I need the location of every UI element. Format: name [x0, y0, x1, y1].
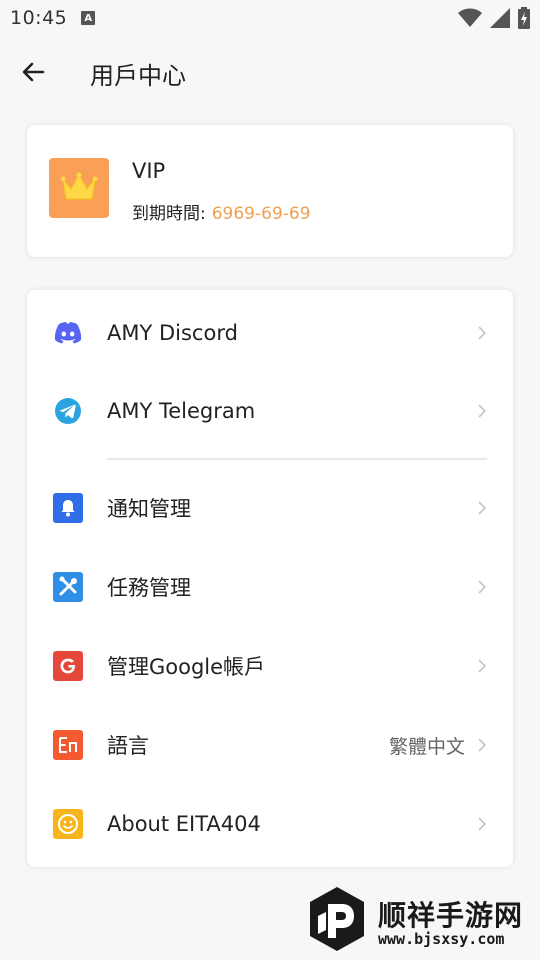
chevron-right-icon: [478, 404, 487, 418]
menu-card: AMY Discord AMY Telegram 通知管理 任務管理 管理Goo…: [27, 290, 513, 867]
vip-title: VIP: [132, 159, 166, 183]
menu-item-discord[interactable]: AMY Discord: [27, 302, 513, 364]
menu-item-telegram[interactable]: AMY Telegram: [27, 380, 513, 442]
chevron-right-icon: [478, 817, 487, 831]
chevron-right-icon: [478, 659, 487, 673]
watermark-name: 顺祥手游网: [378, 899, 524, 932]
app-header: 用戶中心: [0, 44, 540, 100]
vip-badge: [49, 158, 109, 218]
vip-expire-date: 6969-69-69: [211, 204, 311, 224]
signal-icon: [490, 8, 510, 28]
menu-item-label: AMY Discord: [107, 321, 238, 345]
notification-a-icon: A: [81, 11, 96, 25]
vip-card: VIP 到期時間: 6969-69-69: [27, 125, 513, 257]
status-time: 10:45: [10, 7, 68, 29]
watermark-url: www.bjsxsy.com: [378, 930, 505, 948]
watermark-logo-icon: [310, 887, 364, 951]
menu-item-label: AMY Telegram: [107, 399, 256, 423]
chevron-right-icon: [478, 501, 487, 515]
chevron-right-icon: [478, 326, 487, 340]
crown-icon: [60, 172, 98, 200]
menu-item-label: 語言: [107, 734, 149, 758]
watermark: 顺祥手游网 www.bjsxsy.com: [308, 886, 533, 954]
chevron-right-icon: [478, 738, 487, 752]
menu-item-tasks[interactable]: 任務管理: [27, 556, 513, 618]
arrow-left-icon[interactable]: [20, 59, 46, 85]
divider: [107, 458, 487, 460]
menu-item-label: 任務管理: [107, 576, 191, 600]
menu-item-google-account[interactable]: 管理Google帳戶: [27, 635, 513, 697]
telegram-icon: [53, 396, 83, 426]
page-title: 用戶中心: [90, 62, 186, 90]
menu-item-about[interactable]: About EITA404: [27, 793, 513, 855]
chevron-right-icon: [478, 580, 487, 594]
wifi-icon: [458, 8, 482, 27]
battery-charging-icon: [518, 7, 530, 29]
google-icon: [53, 651, 83, 681]
menu-item-label: About EITA404: [107, 812, 261, 836]
menu-item-language[interactable]: 語言 繁體中文: [27, 714, 513, 776]
discord-icon: [53, 318, 83, 348]
menu-item-label: 管理Google帳戶: [107, 655, 266, 679]
menu-item-label: 通知管理: [107, 497, 191, 521]
tools-icon: [53, 572, 83, 602]
language-value: 繁體中文: [388, 735, 465, 758]
menu-item-notifications[interactable]: 通知管理: [27, 477, 513, 539]
status-bar: 10:45 A: [0, 0, 540, 36]
vip-expire-label: 到期時間:: [132, 204, 206, 224]
smiley-icon: [53, 809, 83, 839]
bell-icon: [53, 493, 83, 523]
language-icon: [53, 730, 83, 760]
status-icons: [458, 7, 530, 29]
vip-expire: 到期時間: 6969-69-69: [132, 199, 311, 224]
